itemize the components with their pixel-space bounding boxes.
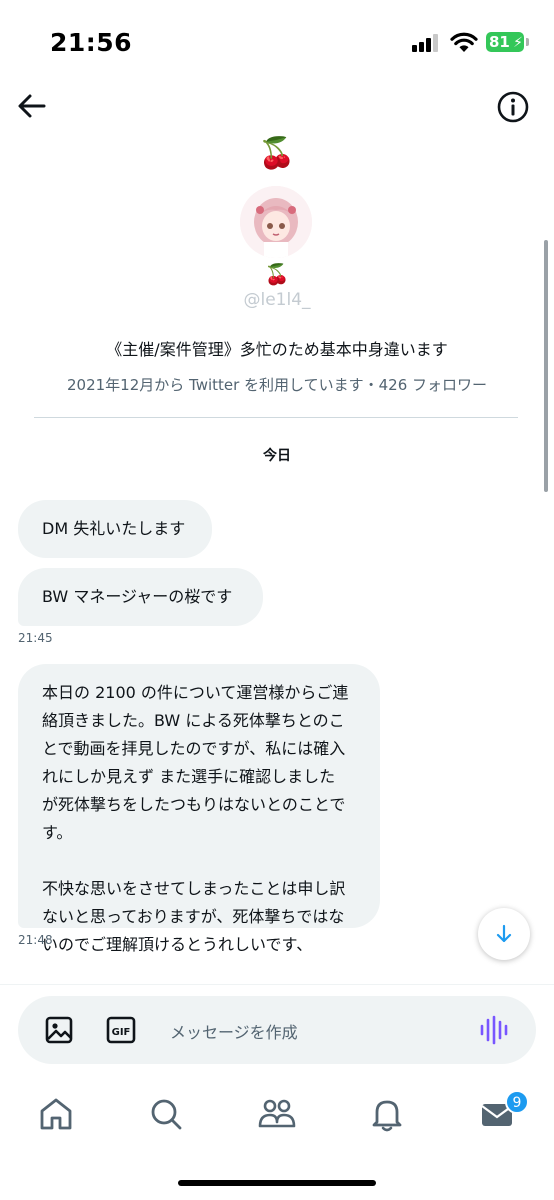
charging-bolt-icon: ⚡: [513, 35, 523, 51]
status-time: 21:56: [50, 28, 133, 57]
search-icon[interactable]: [146, 1094, 186, 1134]
divider: [34, 417, 518, 418]
profile-emoji: 🍒: [258, 136, 296, 171]
bell-icon[interactable]: [367, 1094, 407, 1134]
back-arrow-icon[interactable]: [14, 88, 50, 124]
profile-bio: 《主催/案件管理》多忙のため基本中身違います: [106, 340, 448, 359]
wifi-icon: [450, 32, 478, 52]
gif-icon[interactable]: GIF: [106, 1015, 136, 1045]
date-separator: 今日: [263, 448, 291, 464]
avatar-cherry-emoji: 🍒: [264, 262, 290, 286]
scrollbar[interactable]: [544, 240, 548, 492]
message-bubble[interactable]: DM 失礼いたします: [18, 500, 212, 558]
home-indicator[interactable]: [178, 1180, 376, 1186]
communities-icon[interactable]: [257, 1094, 297, 1134]
message-timestamp: 21:45: [18, 631, 53, 645]
battery-level: 81: [489, 33, 510, 51]
avatar[interactable]: [240, 186, 312, 258]
bottom-nav: [0, 1086, 554, 1146]
battery-nub: [526, 38, 529, 46]
profile-meta: 2021年12月から Twitter を利用しています・426 フォロワー: [66, 376, 488, 394]
message-bubble[interactable]: 本日の 2100 の件について運営様からご連 絡頂きました。BW による死体撃ち…: [18, 664, 380, 954]
battery-icon: 81 ⚡: [486, 32, 524, 52]
message-input[interactable]: メッセージを作成: [170, 1019, 298, 1043]
profile-handle[interactable]: @le1l4_: [0, 290, 554, 310]
voice-icon[interactable]: [478, 1014, 510, 1046]
arrow-down-icon: [496, 924, 512, 943]
avatar-illustration: [240, 186, 312, 258]
home-icon[interactable]: [36, 1094, 76, 1134]
message-timestamp: 21:48: [18, 933, 53, 947]
cellular-signal-icon: [412, 34, 442, 52]
status-bar: 21:56 81 ⚡: [0, 0, 554, 80]
composer-divider: [0, 984, 554, 985]
message-bubble[interactable]: BW マネージャーの桜です: [18, 568, 263, 626]
messages-badge: 9: [505, 1090, 529, 1114]
image-icon[interactable]: [44, 1015, 74, 1045]
info-icon[interactable]: [496, 90, 530, 124]
message-composer[interactable]: GIF メッセージを作成: [18, 996, 536, 1064]
svg-text:GIF: GIF: [112, 1027, 131, 1038]
scroll-to-bottom-button[interactable]: [478, 908, 530, 960]
